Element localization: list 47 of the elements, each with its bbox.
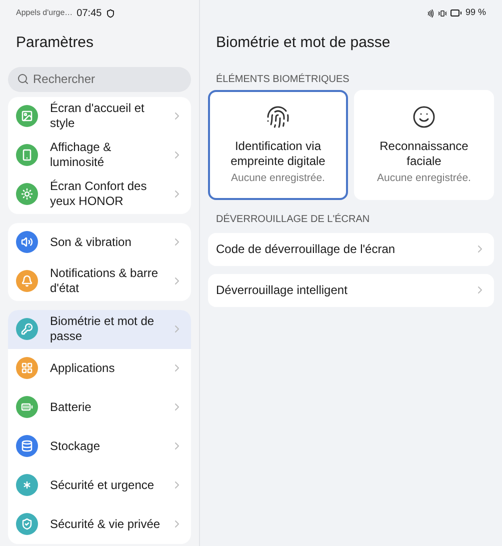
biometric-card[interactable]: Identification via empreinte digitale Aucune enregistrée. [208, 90, 348, 200]
page-title: Biométrie et mot de passe [215, 33, 392, 53]
settings-row[interactable]: Déverrouillage intelligent [208, 274, 494, 306]
item-label: Écran Confort des yeux HONOR [50, 179, 148, 209]
battery-icon [450, 7, 462, 19]
settings-item[interactable]: Stockage [8, 426, 191, 466]
battery-text: 99 % [465, 6, 486, 20]
section-header: ÉLÉMENTS BIOMÉTRIQUES [215, 72, 350, 86]
shield-icon [106, 8, 115, 18]
settings-item[interactable]: Affichage & luminosité [8, 136, 191, 174]
card-status: Aucune enregistrée. [231, 170, 325, 186]
nfc-icon [426, 8, 436, 18]
item-label: Sécurité et urgence [50, 478, 156, 492]
item-label: Sécurité & vie privée [50, 516, 162, 532]
card-label: Identification via empreinte digitale [230, 138, 326, 168]
settings-item[interactable]: Écran Confort des yeux HONOR [8, 174, 191, 214]
settings-item[interactable]: Écran d'accueil et style [8, 96, 191, 136]
item-label: Notifications & barre d'état [50, 266, 160, 296]
search-icon [17, 73, 29, 85]
face-icon [412, 104, 436, 128]
search-field[interactable]: Rechercher [8, 66, 191, 92]
item-label: Écran d'accueil et style [50, 101, 146, 131]
card-status: Aucune enregistrée. [377, 170, 471, 186]
item-label: Son & vibration [50, 234, 132, 250]
item-label: Applications [50, 360, 116, 376]
time-text: 07:45 [76, 6, 102, 20]
settings-row[interactable]: Code de déverrouillage de l'écran [208, 232, 494, 266]
fingerprint-icon [266, 104, 290, 128]
item-label: Stockage [50, 438, 102, 454]
item-label: Biométrie et mot de passe [50, 314, 156, 344]
settings-item[interactable]: Applications [8, 348, 191, 388]
settings-item[interactable]: Sécurité & vie privée [8, 504, 191, 544]
vibrate-icon [438, 8, 448, 18]
settings-item[interactable]: Batterie [8, 388, 191, 426]
section-header: DÉVERROUILLAGE DE L'ÉCRAN [215, 212, 371, 226]
settings-item[interactable]: Sécurité et urgence [8, 466, 191, 504]
row-label: Déverrouillage intelligent [216, 282, 348, 299]
settings-item[interactable]: Notifications & barre d'état [8, 262, 191, 300]
card-label: Reconnaissance faciale [378, 138, 470, 168]
biometric-card[interactable]: Reconnaissance faciale Aucune enregistrée. [354, 90, 494, 200]
item-label: Affichage & luminosité [50, 140, 112, 170]
row-label: Code de déverrouillage de l'écran [216, 241, 396, 258]
settings-item[interactable]: Biométrie et mot de passe [8, 310, 191, 348]
sidebar-title: Paramètres [15, 33, 95, 53]
item-label: Batterie [50, 400, 92, 414]
settings-item[interactable]: Son & vibration [8, 222, 191, 262]
carrier-text: Appels d'urge… [16, 7, 73, 19]
